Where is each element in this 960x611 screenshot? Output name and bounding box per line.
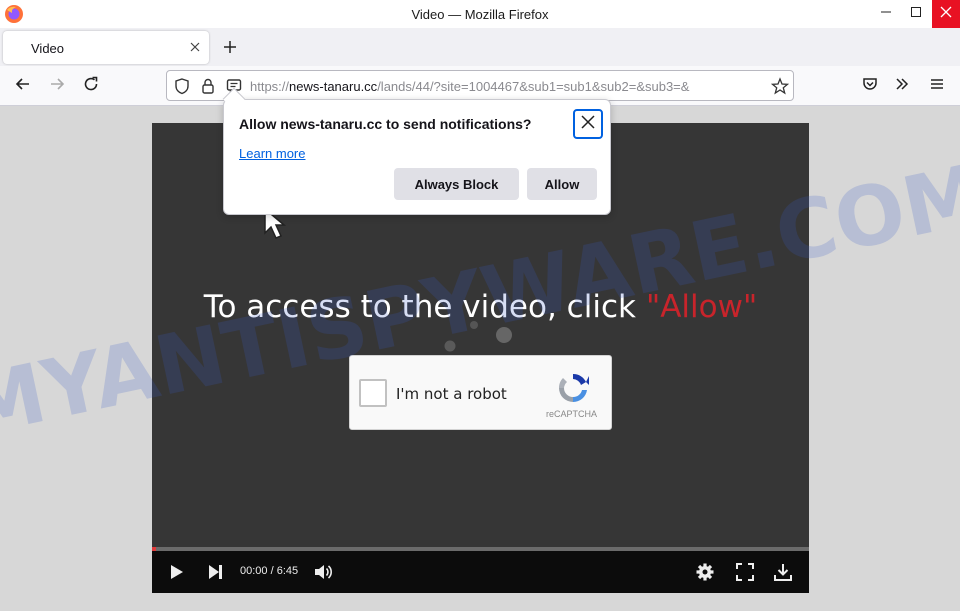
- window-titlebar: Video — Mozilla Firefox: [0, 0, 960, 28]
- forward-button[interactable]: [45, 74, 69, 98]
- fullscreen-icon[interactable]: [734, 561, 756, 583]
- recaptcha-logo-icon: [555, 370, 591, 406]
- back-button[interactable]: [11, 74, 35, 98]
- maximize-icon: [910, 5, 922, 23]
- notification-permission-popup: Allow news-tanaru.cc to send notificatio…: [222, 87, 611, 215]
- learn-more-link[interactable]: Learn more: [239, 146, 305, 161]
- bookmark-star-icon[interactable]: [770, 77, 790, 95]
- recaptcha-widget[interactable]: I'm not a robot reCAPTCHA: [349, 355, 612, 430]
- tab-strip: Video: [0, 28, 960, 66]
- new-tab-icon[interactable]: [220, 37, 240, 57]
- popup-close-button[interactable]: [573, 109, 603, 139]
- pocket-icon: [861, 75, 879, 98]
- close-icon: [580, 114, 596, 135]
- recaptcha-checkbox[interactable]: [359, 379, 387, 407]
- lock-icon[interactable]: [199, 77, 217, 95]
- time-display: 00:00 / 6:45: [240, 565, 299, 577]
- url-text[interactable]: https://news-tanaru.cc/lands/44/?site=10…: [250, 79, 758, 94]
- allow-button[interactable]: Allow: [527, 168, 597, 200]
- url-path: /lands/44/?site=1004467&sub1=sub1&sub2=&…: [377, 79, 690, 94]
- close-icon: [940, 5, 952, 23]
- reload-button[interactable]: [79, 74, 103, 98]
- window-title: Video — Mozilla Firefox: [411, 7, 549, 22]
- notification-message: Allow news-tanaru.cc to send notificatio…: [239, 116, 532, 132]
- shield-icon[interactable]: [173, 77, 191, 95]
- download-icon[interactable]: [772, 561, 794, 583]
- pocket-button[interactable]: [858, 74, 882, 98]
- tab-close-icon[interactable]: [187, 39, 203, 55]
- headline-text: To access to the video, click: [203, 289, 636, 325]
- headline-allow-highlight: "Allow": [645, 289, 758, 325]
- forward-icon: [48, 75, 66, 98]
- minimize-icon: [880, 5, 892, 23]
- close-window-button[interactable]: [932, 0, 960, 28]
- url-prefix: https://: [250, 79, 290, 94]
- next-icon[interactable]: [204, 561, 226, 583]
- overflow-menu-button[interactable]: [890, 74, 914, 98]
- volume-icon[interactable]: [312, 561, 334, 583]
- recaptcha-brand: reCAPTCHA: [546, 409, 598, 419]
- app-menu-button[interactable]: [925, 74, 949, 98]
- minimize-button[interactable]: [872, 0, 900, 28]
- url-bar[interactable]: https://news-tanaru.cc/lands/44/?site=10…: [166, 70, 794, 101]
- reload-icon: [82, 75, 100, 98]
- back-icon: [14, 75, 32, 98]
- play-icon[interactable]: [165, 561, 187, 583]
- settings-icon[interactable]: [694, 561, 716, 583]
- always-block-button[interactable]: Always Block: [394, 168, 519, 200]
- hamburger-menu-icon: [928, 75, 946, 98]
- player-controls: 00:00 / 6:45: [152, 551, 809, 593]
- tab-video[interactable]: Video: [3, 31, 209, 64]
- url-host: news-tanaru.cc: [289, 79, 378, 94]
- tab-label: Video: [31, 41, 65, 56]
- overflow-icon: [893, 75, 911, 98]
- recaptcha-label: I'm not a robot: [396, 385, 507, 403]
- maximize-button[interactable]: [902, 0, 930, 28]
